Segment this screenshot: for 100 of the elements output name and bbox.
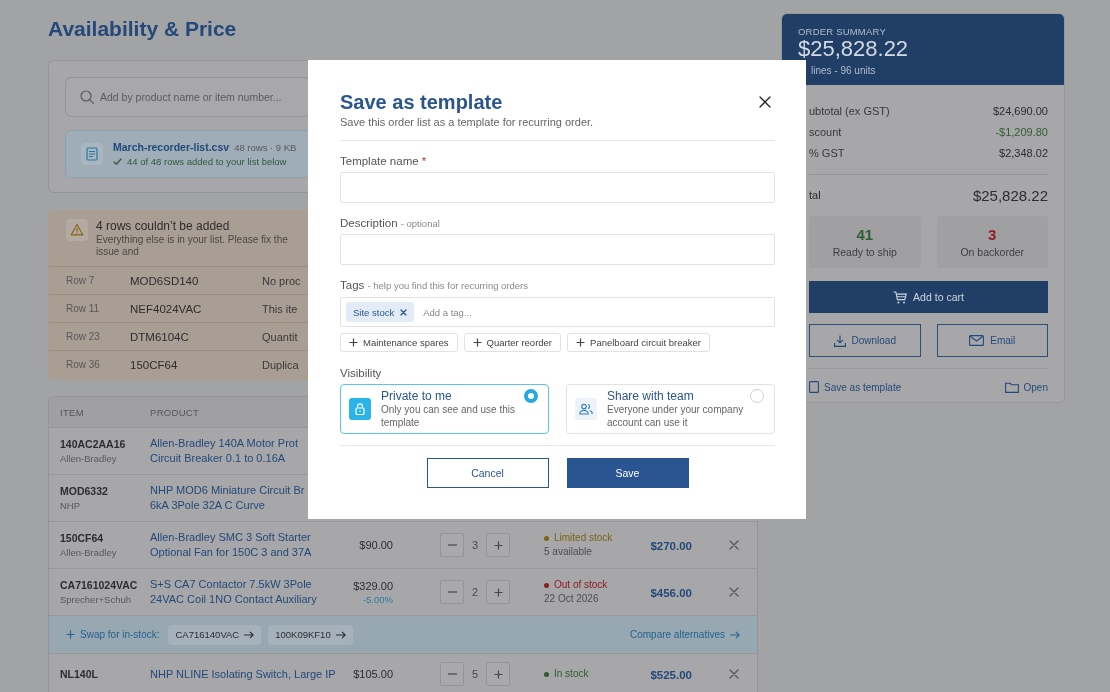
line-total: $270.00 xyxy=(650,540,692,552)
error-message: Everything else is in your list. Please fix the issue and xyxy=(96,234,289,258)
product-link[interactable]: NHP NLINE Isolating Switch, Large IP xyxy=(150,666,336,682)
plus-icon xyxy=(349,338,358,347)
error-reason: Duplica xyxy=(262,358,299,371)
stat-label: Ready to ship xyxy=(832,245,897,259)
increase-button[interactable] xyxy=(486,533,510,557)
plus-icon xyxy=(472,338,482,347)
error-title: 4 rows couldn’t be added xyxy=(96,219,230,234)
decrease-button[interactable] xyxy=(440,533,464,557)
item-code: 150CF64 xyxy=(60,531,104,546)
item-code: 150CF64 xyxy=(130,358,178,371)
document-icon xyxy=(81,143,103,165)
close-button[interactable] xyxy=(759,96,771,108)
increase-button[interactable] xyxy=(486,662,510,686)
option-description: Only you can see and use this template xyxy=(381,403,516,429)
line-total: $456.00 xyxy=(650,587,692,599)
visibility-option[interactable]: Private to me Only you can see and use this template xyxy=(340,384,549,434)
summary-label: scount xyxy=(809,125,842,138)
text-field[interactable] xyxy=(340,234,775,265)
brand-name: NHP xyxy=(60,499,81,512)
visibility-option[interactable]: Share with team Everyone under your company account can use it xyxy=(566,384,775,434)
people-icon xyxy=(575,398,597,420)
save-button[interactable]: Save xyxy=(566,458,689,488)
product-link[interactable]: Allen-Bradley SMC 3 Soft Starter Optional Fan for 150C 3 and 37A xyxy=(150,530,312,560)
stock-status: Out of stock xyxy=(554,578,608,592)
email-button[interactable]: Email xyxy=(936,324,1048,357)
decrease-button[interactable] xyxy=(440,662,464,686)
plus-icon xyxy=(66,630,75,639)
quantity-value: 3 xyxy=(470,539,480,551)
cancel-button[interactable]: Cancel xyxy=(426,458,549,488)
close-icon xyxy=(759,96,771,108)
close-icon xyxy=(729,669,739,679)
error-reason: Quantit xyxy=(262,330,298,343)
remove-button[interactable] xyxy=(727,667,741,681)
file-name[interactable]: March-recorder-list.csv xyxy=(113,141,230,153)
quantity-value: 5 xyxy=(470,668,480,680)
tag-field[interactable]: Site stock Add a tag... xyxy=(340,297,775,327)
item-code: NL140L xyxy=(60,666,98,682)
radio-button[interactable] xyxy=(750,389,764,403)
unit-price: $105.00 xyxy=(353,666,393,682)
close-icon xyxy=(729,540,739,550)
swap-option[interactable]: CA716140VAC xyxy=(168,624,262,645)
download-icon xyxy=(833,334,846,347)
summary-label: % GST xyxy=(809,146,845,159)
order-subtitle: lines - 96 units xyxy=(811,64,876,78)
field-label: Tags - help you find this for recurring orders xyxy=(340,278,529,292)
error-reason: No proc xyxy=(262,274,301,287)
row-number: Row 23 xyxy=(66,331,100,342)
product-link[interactable]: S+S CA7 Contactor 7.5kW 3Pole 24VAC Coil 1NO Contact Auxiliary xyxy=(150,577,317,607)
decrease-button[interactable] xyxy=(440,580,464,604)
row-number: Row 11 xyxy=(66,303,100,314)
field-label: Template name * xyxy=(340,154,427,168)
item-code: 140AC2AA16 xyxy=(60,437,126,452)
tag-input[interactable]: Add a tag... xyxy=(423,303,769,321)
suggestion-chip[interactable]: Maintenance spares xyxy=(340,333,458,352)
add-to-cart-button[interactable]: Add to cart xyxy=(809,281,1048,313)
plus-icon xyxy=(493,587,503,597)
brand-name: Allen-Bradley xyxy=(60,546,117,559)
search-field[interactable]: Add by product name or item number... xyxy=(65,77,310,117)
row-number: Row 7 xyxy=(66,275,95,286)
stock-status: In stock xyxy=(554,667,589,681)
plus-icon xyxy=(493,540,503,550)
search-input[interactable]: Add by product name or item number... xyxy=(100,87,299,107)
stat-label: On backorder xyxy=(960,245,1025,259)
item-code: MOD6332 xyxy=(60,484,108,499)
remove-button[interactable] xyxy=(727,585,741,599)
unit-price: $90.00 xyxy=(359,537,393,553)
page-title: Availability & Price xyxy=(48,16,237,42)
folder-icon xyxy=(1004,381,1019,393)
file-meta: 48 rows · 9 KB xyxy=(234,141,297,153)
summary-title: ORDER SUMMARY xyxy=(798,26,886,38)
option-title: Share with team xyxy=(607,389,694,403)
field-label: Description - optional xyxy=(340,216,440,230)
stat-value: 41 xyxy=(856,225,874,243)
stock-note: 5 available xyxy=(544,545,592,559)
remove-button[interactable] xyxy=(727,538,741,552)
product-link[interactable]: NHP MOD6 Miniature Circuit Br 6kA 3Pole 32A C Curve xyxy=(150,483,305,513)
suggestion-chip[interactable]: Panelboard circuit breaker xyxy=(567,333,710,352)
item-code: NEF4024VAC xyxy=(130,302,202,315)
option-title: Private to me xyxy=(381,389,452,403)
arrow-right-icon xyxy=(335,630,346,639)
swap-label: Swap for in-stock: xyxy=(80,629,160,640)
swap-option[interactable]: 100K09KF10 xyxy=(268,624,353,645)
product-link[interactable]: Allen-Bradley 140A Motor Prot Circuit Breaker 0.1 to 0.16A xyxy=(150,436,298,466)
increase-button[interactable] xyxy=(486,580,510,604)
close-icon xyxy=(400,308,408,316)
save-template-link[interactable]: Save as template xyxy=(809,381,902,393)
radio-button[interactable] xyxy=(524,389,538,403)
check-icon xyxy=(113,158,122,165)
tag-chip[interactable]: Site stock xyxy=(346,302,415,322)
open-link[interactable]: Open xyxy=(1004,381,1048,393)
minus-icon xyxy=(447,544,457,546)
total-label: tal xyxy=(809,189,821,201)
download-button[interactable]: Download xyxy=(809,324,921,357)
lock-icon xyxy=(349,398,371,420)
mail-icon xyxy=(969,335,985,346)
suggestion-chip[interactable]: Quarter reorder xyxy=(463,333,562,352)
text-field[interactable] xyxy=(340,172,775,203)
brand-name: Allen-Bradley xyxy=(60,452,117,465)
